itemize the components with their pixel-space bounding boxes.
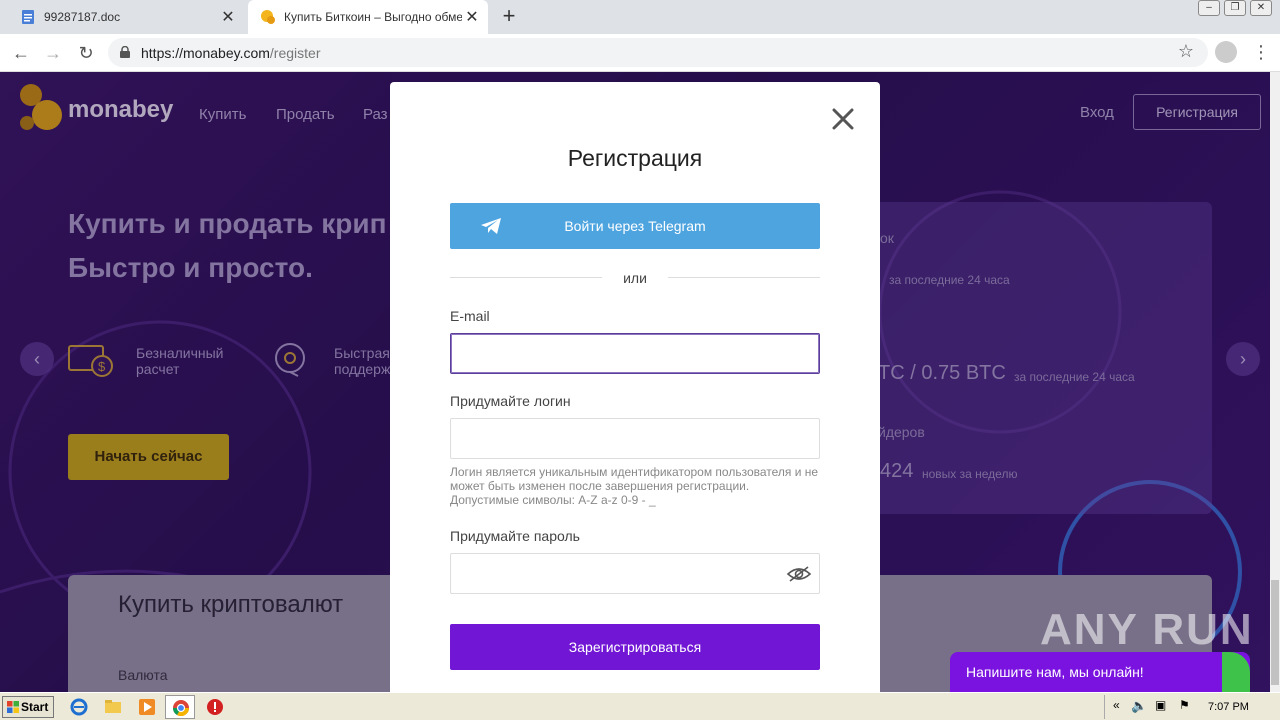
telegram-login-button[interactable]: Войти через Telegram (450, 203, 820, 249)
chrome-taskbar-button[interactable] (165, 695, 195, 719)
restore-button[interactable]: ❐ (1224, 0, 1246, 16)
start-button[interactable]: Start (2, 696, 54, 718)
windows-taskbar: Start « 🔈 ▣ ⚑ 7:07 PM (0, 692, 1280, 720)
tab-close-icon[interactable]: ✕ (462, 7, 482, 27)
registration-modal: Регистрация Войти через Telegram или E-m… (390, 82, 880, 702)
network-icon[interactable]: ▣ (1155, 698, 1166, 712)
chat-widget[interactable]: Напишите нам, мы онлайн! (950, 652, 1250, 692)
window-close-button[interactable]: ✕ (1250, 0, 1272, 16)
browser-menu-icon[interactable]: ⋮ (1252, 42, 1270, 63)
email-label: E-mail (450, 308, 490, 324)
eye-slash-icon[interactable] (786, 564, 812, 584)
tab-title: 99287187.doc (44, 10, 121, 24)
login-field[interactable] (450, 418, 820, 459)
back-arrow-icon[interactable]: ← (10, 42, 32, 64)
forward-arrow-icon[interactable]: → (42, 42, 64, 64)
tab-title: Купить Биткоин – Выгодно обмена (284, 10, 462, 24)
tab-monabey[interactable]: Купить Биткоин – Выгодно обмена ✕ (248, 0, 488, 34)
minimize-button[interactable]: – (1198, 0, 1220, 16)
stop-icon[interactable] (206, 698, 224, 716)
bookmark-star-icon[interactable]: ☆ (1178, 41, 1194, 62)
tab-document[interactable]: 99287187.doc ✕ (8, 0, 244, 34)
window-controls: – ❐ ✕ (1194, 0, 1272, 16)
password-field[interactable] (450, 553, 820, 594)
document-icon (22, 10, 34, 24)
chrome-icon (172, 700, 190, 717)
reload-icon[interactable]: ↻ (75, 42, 97, 64)
start-label: Start (21, 700, 49, 714)
browser-toolbar: ← → ↻ https://monabey.com/register ☆ (0, 34, 1280, 72)
volume-icon[interactable]: 🔈 (1131, 698, 1147, 714)
clock: 7:07 PM (1208, 701, 1249, 713)
modal-title: Регистрация (567, 145, 703, 171)
tray-expand-icon[interactable]: « (1113, 698, 1120, 712)
monabey-favicon-icon (261, 10, 275, 24)
media-player-icon[interactable] (138, 698, 156, 716)
flag-icon[interactable]: ⚑ (1179, 698, 1190, 712)
scrollbar-thumb[interactable] (1271, 580, 1279, 685)
url-path: /register (269, 45, 321, 61)
url-host: https://monabey.com (141, 45, 270, 61)
address-bar[interactable]: https://monabey.com/register ☆ (108, 38, 1208, 67)
system-tray: « 🔈 ▣ ⚑ (1104, 695, 1278, 719)
divider-or: или (623, 270, 647, 286)
close-icon[interactable] (828, 104, 858, 134)
folder-icon[interactable] (104, 698, 122, 716)
tab-close-icon[interactable]: ✕ (218, 7, 238, 27)
profile-avatar-icon[interactable] (1215, 41, 1237, 63)
anyrun-watermark: ANY RUN (1040, 605, 1254, 654)
register-submit-button[interactable]: Зарегистрироваться (450, 624, 820, 670)
new-tab-button[interactable]: + (498, 5, 520, 28)
url-text: https://monabey.com/register (141, 45, 321, 61)
windows-logo-icon (7, 701, 19, 713)
telegram-login-label: Войти через Telegram (564, 218, 706, 234)
browser-tab-bar: 99287187.doc ✕ Купить Биткоин – Выгодно … (0, 0, 1280, 34)
email-field[interactable] (450, 333, 820, 374)
password-label: Придумайте пароль (450, 528, 580, 544)
login-hint: Логин является уникальным идентификаторо… (450, 465, 819, 507)
internet-explorer-icon[interactable] (70, 698, 88, 716)
divider-right (668, 277, 820, 278)
lock-icon (120, 46, 130, 58)
login-label: Придумайте логин (450, 393, 571, 409)
